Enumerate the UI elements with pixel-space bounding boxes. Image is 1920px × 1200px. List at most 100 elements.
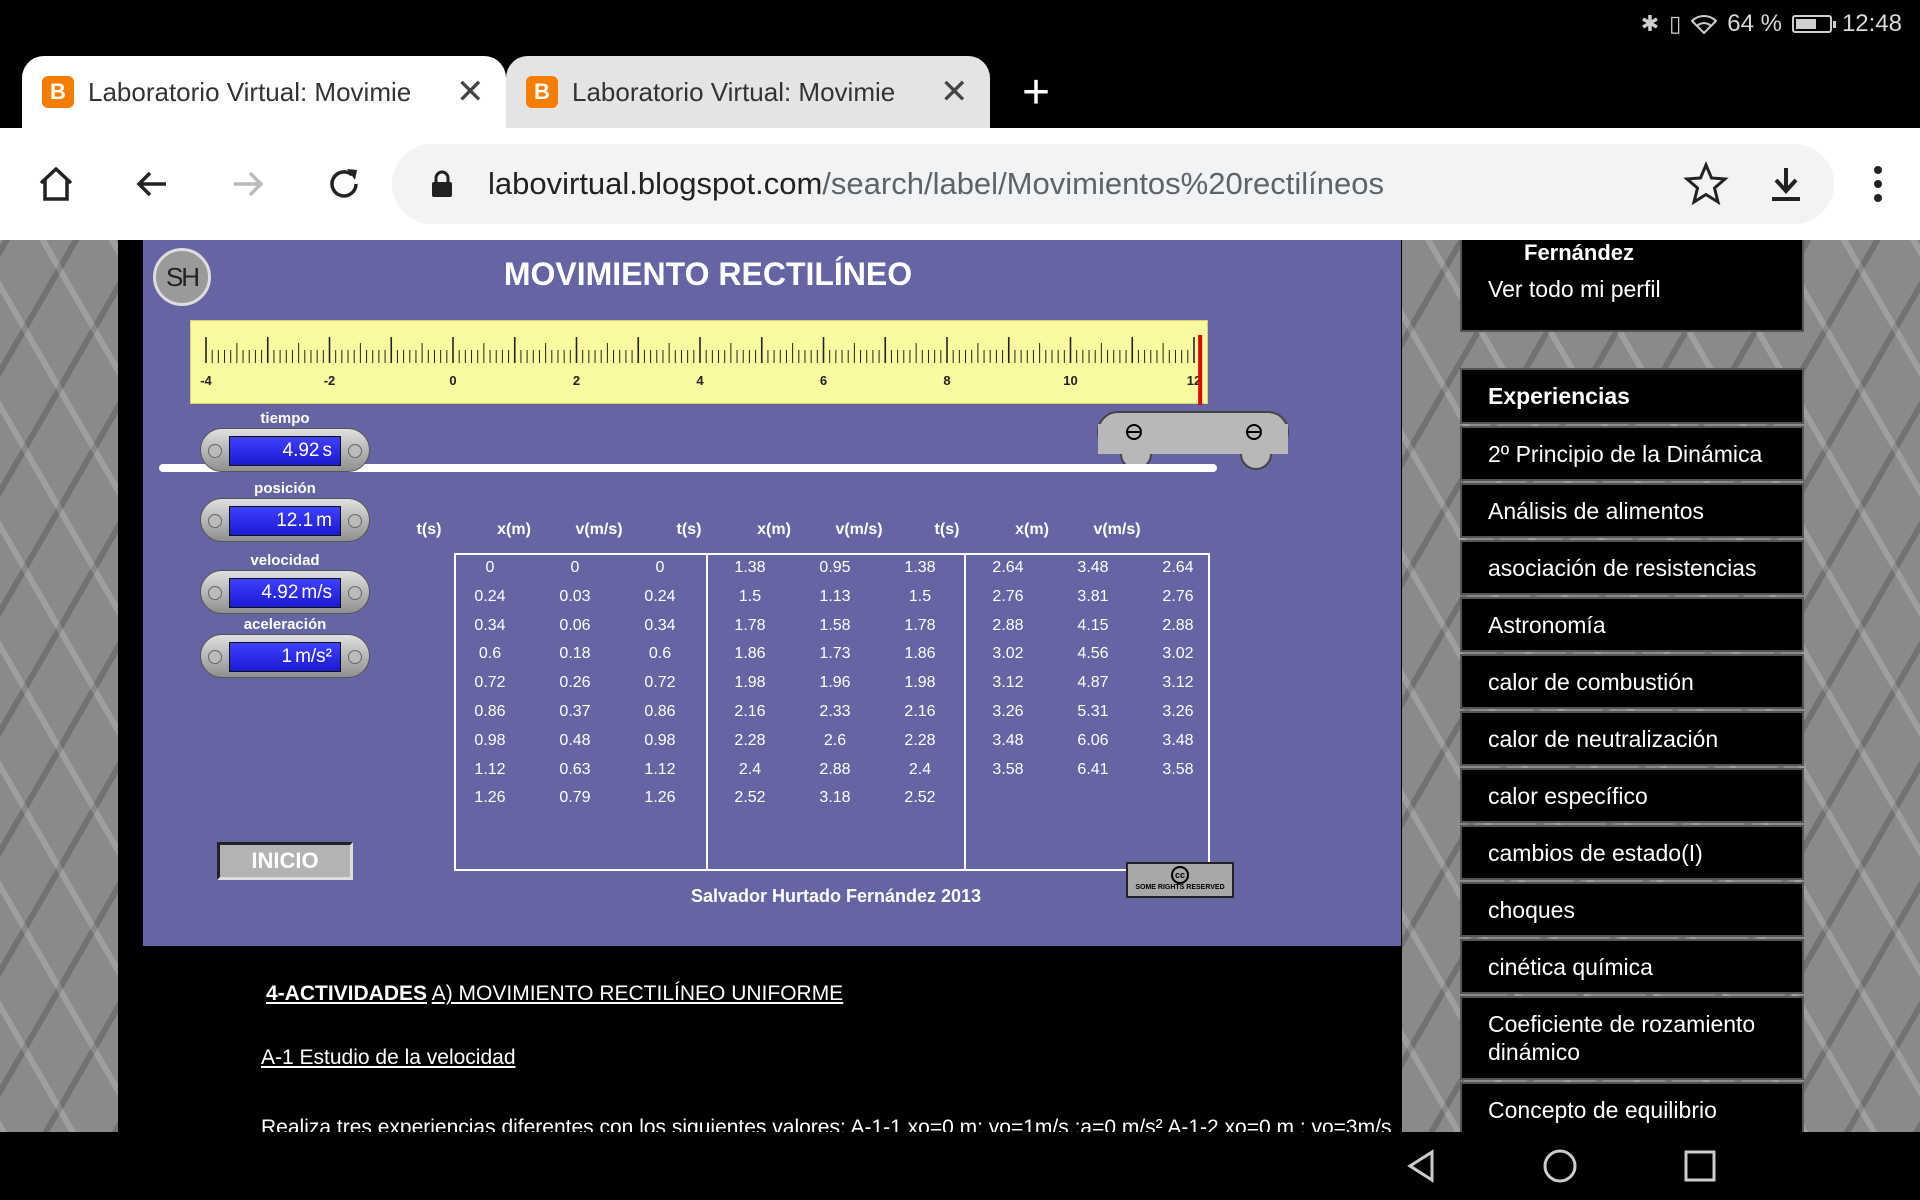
close-tab-icon[interactable]: ✕ — [940, 72, 969, 112]
table-cell: 0.24 — [644, 587, 676, 605]
sidebar-item[interactable]: 2º Principio de la Dinámica — [1460, 426, 1804, 481]
table-cell: 1.86 — [734, 645, 766, 663]
back-arrow-icon — [136, 171, 166, 197]
table-cell: 1.96 — [819, 674, 851, 692]
address-bar[interactable]: labovirtual.blogspot.com/search/label/Mo… — [392, 144, 1834, 224]
screw-icon — [208, 586, 222, 600]
table-cell: 3.02 — [992, 645, 1024, 663]
reload-button[interactable] — [314, 154, 374, 214]
table-cell: 2.4 — [738, 760, 762, 778]
gauge-display: 12.1 m — [229, 506, 341, 536]
ruler-label: 0 — [449, 373, 456, 388]
sidebar-item[interactable]: calor específico — [1460, 768, 1804, 823]
table-cell: 2.16 — [734, 703, 766, 720]
gauge-value: 12.1 — [276, 510, 314, 531]
forward-button[interactable] — [218, 154, 278, 214]
sidebar-item[interactable]: choques — [1460, 882, 1804, 937]
sidebar-item[interactable]: Astronomía — [1460, 597, 1804, 652]
forward-arrow-icon — [234, 171, 264, 197]
table-cell: 3.48 — [992, 731, 1024, 749]
screw-icon — [208, 514, 222, 528]
url-path: /search/label/Movimientos%20rectilíneos — [822, 166, 1385, 201]
table-cell: 1.78 — [904, 616, 936, 634]
table-cell: 0.34 — [474, 616, 506, 634]
tab-active[interactable]: B Laboratorio Virtual: Movimie ✕ — [22, 56, 506, 128]
inicio-button[interactable]: INICIO — [217, 842, 353, 880]
sidebar-item[interactable]: asociación de resistencias — [1460, 540, 1804, 595]
column-header: v(m/s) — [575, 521, 623, 538]
gauge-unit: m — [316, 510, 332, 531]
table-headers: t(s) x(m) v(m/s) t(s) x(m) v(m/s) t(s) x(m) v(m/… — [413, 521, 1233, 541]
activities-label: 4-ACTIVIDADES — [266, 982, 428, 1005]
sidebar-item[interactable]: Concepto de equilibrio — [1460, 1082, 1804, 1132]
more-vert-icon — [1874, 166, 1882, 202]
tab-inactive[interactable]: B Laboratorio Virtual: Movimie ✕ — [506, 56, 990, 128]
table-cell: 2.4 — [908, 760, 932, 778]
gauge-unit: m/s — [301, 582, 332, 603]
gauge-display: 4.92 s — [229, 436, 341, 466]
table-cell: 1.98 — [734, 674, 766, 692]
gauge-label: posición — [254, 480, 316, 497]
sidebar-section-title: Experiencias — [1460, 368, 1804, 424]
column-header: t(s) — [416, 521, 442, 538]
table-divider — [964, 555, 966, 869]
close-tab-icon[interactable]: ✕ — [456, 72, 485, 112]
sidebar-item[interactable]: cinética química — [1460, 939, 1804, 994]
main-column: SH MOVIMIENTO RECTILÍNEO -4 -2 0 2 4 6 8 10 12 t… — [118, 240, 1402, 1132]
menu-button[interactable] — [1848, 154, 1908, 214]
sidebar-item[interactable]: Coeficiente de rozamiento dinámico — [1460, 996, 1804, 1080]
screw-icon — [348, 444, 362, 458]
download-icon[interactable] — [1762, 160, 1810, 208]
sidebar-item[interactable]: calor de combustión — [1460, 654, 1804, 709]
table-cell: 0.95 — [819, 559, 851, 576]
table-cell: 3.18 — [819, 789, 851, 807]
table-divider — [706, 555, 708, 869]
table-cell: 3.02 — [1162, 645, 1194, 663]
table-cell: 5.31 — [1077, 703, 1109, 720]
table-cell: 2.88 — [992, 616, 1024, 634]
table-cell: 0.86 — [474, 703, 506, 720]
a1-link[interactable]: A-1 Estudio de la velocidad — [261, 1046, 516, 1070]
sidebar-item[interactable]: cambios de estado(I) — [1460, 825, 1804, 880]
gauge: 4.92 s — [200, 428, 370, 472]
sidebar-item[interactable]: Análisis de alimentos — [1460, 483, 1804, 538]
table-cell: 0.98 — [474, 731, 506, 749]
gauge-label: velocidad — [250, 552, 320, 569]
table-cell: 0.18 — [559, 645, 591, 663]
screw-icon — [208, 650, 222, 664]
ruler-label: 10 — [1063, 373, 1077, 388]
url-text: labovirtual.blogspot.com/search/label/Mo… — [488, 166, 1384, 202]
table-cell: 4.15 — [1077, 616, 1109, 634]
table-cell: 0.63 — [559, 760, 591, 778]
gauge-display: 1 m/s² — [229, 642, 341, 672]
sidebar-item[interactable]: calor de neutralización — [1460, 711, 1804, 766]
nav-home-icon[interactable] — [1540, 1146, 1580, 1186]
table-cell: 0.98 — [644, 731, 676, 749]
profile-link[interactable]: Ver todo mi perfil — [1488, 276, 1661, 303]
table-cell: 2.33 — [819, 703, 851, 720]
ruler-label: -4 — [200, 373, 212, 388]
table-cell: 0.24 — [474, 587, 506, 605]
table-cell: 3.26 — [992, 703, 1024, 720]
nav-recents-icon[interactable] — [1680, 1146, 1720, 1186]
new-tab-button[interactable]: + — [1022, 58, 1050, 128]
vibrate-icon: ▯ — [1669, 11, 1682, 36]
column-header: x(m) — [1015, 521, 1049, 538]
table-cell: 0 — [655, 559, 665, 576]
gauge-label: tiempo — [260, 410, 310, 427]
activities-link[interactable]: A) MOVIMIENTO RECTILÍNEO UNIFORME — [432, 982, 843, 1005]
table-cell: 1.38 — [734, 559, 766, 576]
lock-icon — [432, 170, 452, 197]
nav-back-icon[interactable] — [1402, 1146, 1442, 1186]
table-cell: 2.88 — [819, 760, 851, 778]
column-header: x(m) — [497, 521, 531, 538]
home-button[interactable] — [26, 154, 86, 214]
table-cell: 0.34 — [644, 616, 676, 634]
back-button[interactable] — [122, 154, 182, 214]
bookmark-star-icon[interactable] — [1682, 160, 1730, 208]
ruler-label: 4 — [696, 373, 704, 388]
table-cell: 3.26 — [1162, 703, 1194, 720]
ruler-label: 8 — [943, 373, 950, 388]
table-cell: 0 — [570, 559, 580, 576]
screw-icon — [348, 514, 362, 528]
